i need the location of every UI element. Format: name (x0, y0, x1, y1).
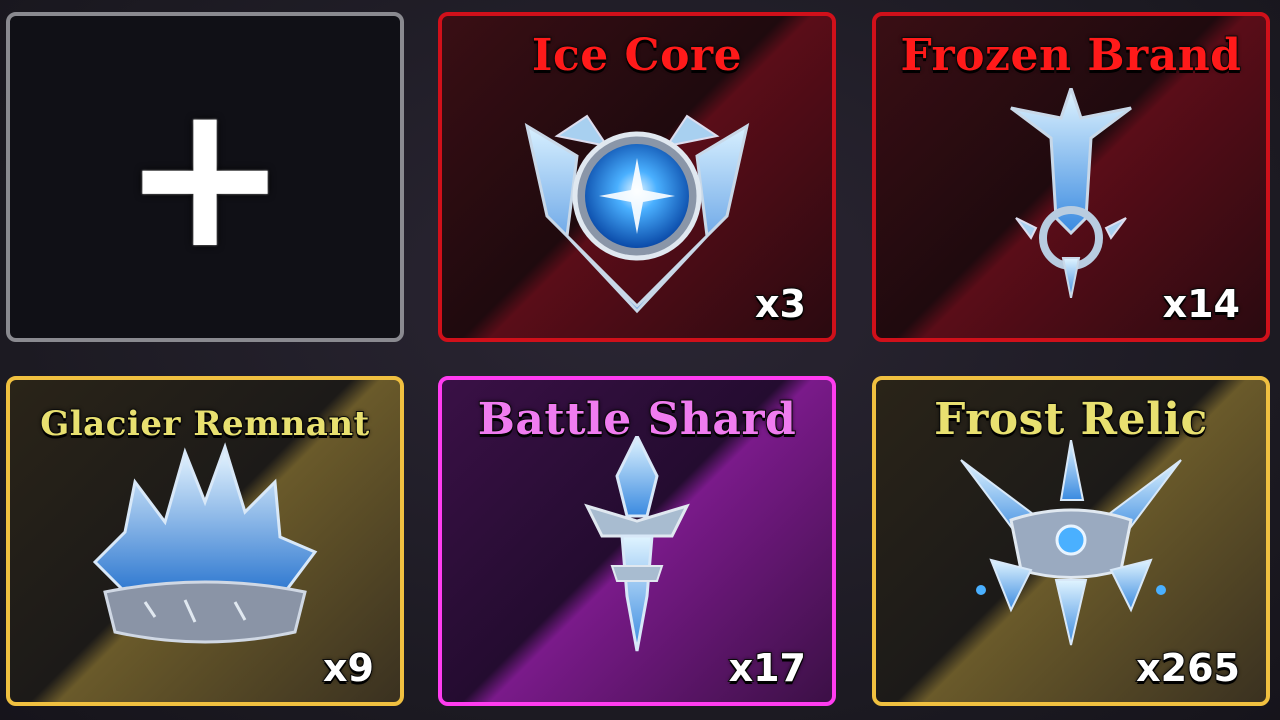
frost-relic-icon (960, 440, 1182, 646)
item-name: Ice Core (531, 29, 743, 82)
item-name: Battle Shard (477, 393, 797, 446)
plus-icon: + (121, 60, 289, 293)
item-count: x3 (754, 281, 807, 327)
item-count: x14 (1162, 281, 1241, 327)
frozen-brand-icon (1010, 88, 1132, 298)
glacier-remnant-icon (92, 442, 318, 644)
item-slot-glacier-remnant[interactable]: Glacier Remnant x9 (6, 376, 404, 706)
item-count: x9 (322, 645, 375, 691)
inventory-grid: + Ice Core x3 Frozen Brand x14 Glacier R… (0, 0, 1280, 720)
empty-slot-add[interactable]: + (6, 12, 404, 342)
ice-core-icon (524, 114, 750, 314)
item-name: Frozen Brand (900, 29, 1242, 82)
item-name: Glacier Remnant (39, 403, 370, 445)
item-count: x265 (1135, 645, 1241, 691)
item-name: Frost Relic (933, 393, 1208, 446)
item-slot-frost-relic[interactable]: Frost Relic x265 (872, 376, 1270, 706)
item-slot-battle-shard[interactable]: Battle Shard x17 (438, 376, 836, 706)
battle-shard-icon (584, 436, 690, 652)
item-slot-ice-core[interactable]: Ice Core x3 (438, 12, 836, 342)
item-count: x17 (728, 645, 807, 691)
item-slot-frozen-brand[interactable]: Frozen Brand x14 (872, 12, 1270, 342)
